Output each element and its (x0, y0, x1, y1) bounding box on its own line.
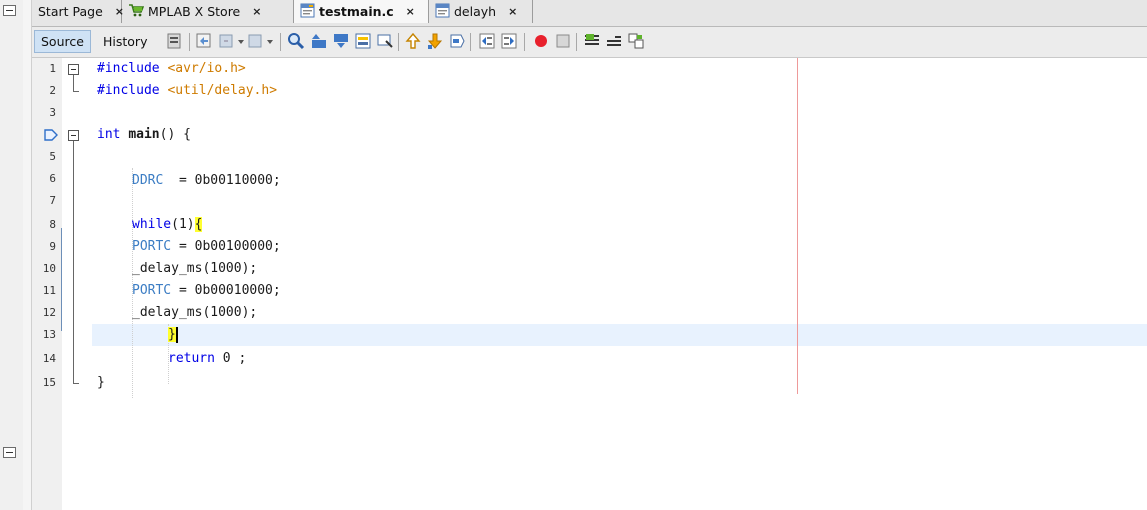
code-line-15: } (97, 375, 105, 390)
forward-history-icon[interactable] (247, 32, 265, 50)
line-number-gutter: 1 2 3 5 6 7 8 9 10 11 12 13 14 15 (32, 58, 65, 510)
close-icon[interactable]: × (508, 5, 517, 18)
find-icon[interactable] (287, 32, 305, 50)
code-token: DDRC (132, 173, 164, 188)
editor-tab-bar: Start Page × MPLAB X Store × testmain.c … (32, 0, 1147, 27)
line-number: 1 (49, 62, 56, 75)
code-line-8: while(1){ (132, 214, 203, 236)
comment-icon[interactable] (583, 32, 601, 50)
code-token: PORTC (132, 239, 172, 254)
tab-label: Start Page (38, 4, 103, 19)
tab-label: MPLAB X Store (148, 4, 241, 19)
code-token: PORTC (132, 283, 172, 298)
last-edit-icon[interactable] (165, 32, 183, 50)
find-next-icon[interactable] (332, 32, 350, 50)
back-history-icon[interactable] (218, 32, 236, 50)
code-token: return (168, 351, 215, 366)
code-token: <util/delay.h> (167, 83, 278, 98)
history-view-button[interactable]: History (97, 30, 153, 53)
left-panel-strip (0, 0, 24, 510)
code-line-4: int main() { (97, 124, 191, 146)
fold-collapse-icon[interactable] (68, 64, 79, 75)
line-number: 11 (42, 284, 56, 297)
tab-delayh[interactable]: delayh × (429, 0, 533, 23)
line-number: 3 (49, 106, 56, 119)
code-line-12: _delay_ms(1000); (132, 305, 258, 320)
code-token: main (128, 127, 160, 142)
close-icon[interactable]: × (406, 5, 415, 18)
h-file-icon (435, 3, 450, 21)
line-number: 12 (42, 306, 56, 319)
code-line-9: PORTC = 0b00100000; (132, 236, 281, 258)
line-number: 14 (42, 352, 56, 365)
code-token: = 0b00100000; (171, 239, 281, 254)
line-number: 10 (42, 262, 56, 275)
code-line-1: #include <avr/io.h> (97, 58, 246, 80)
line-number: 2 (49, 84, 56, 97)
uncomment-icon[interactable] (605, 32, 623, 50)
toggle-highlight-icon[interactable] (354, 32, 372, 50)
code-editor[interactable]: #include <avr/io.h> #include <util/delay… (92, 58, 1147, 510)
breakpoint-marker-icon[interactable] (44, 129, 58, 141)
code-line-13: } (168, 324, 178, 346)
code-token: int (97, 127, 121, 142)
line-number: 6 (49, 172, 56, 185)
next-bookmark-icon[interactable] (426, 32, 444, 50)
right-margin-line (797, 58, 798, 394)
source-view-button[interactable]: Source (34, 30, 91, 53)
line-number: 15 (42, 376, 56, 389)
code-line-11: PORTC = 0b00010000; (132, 280, 281, 302)
dropdown-arrow-icon[interactable] (265, 32, 275, 50)
toggle-selection-icon[interactable] (376, 32, 394, 50)
editor-toolbar: Source History (32, 27, 1147, 58)
tab-testmain-c[interactable]: testmain.c × (294, 0, 429, 23)
go-back-icon[interactable] (195, 32, 213, 50)
fold-collapse-icon[interactable] (68, 130, 79, 141)
shift-right-icon[interactable] (500, 32, 518, 50)
line-number: 9 (49, 240, 56, 253)
code-token: while (132, 217, 172, 232)
code-token: 0 ; (214, 351, 247, 366)
minimize-icon[interactable] (3, 5, 16, 16)
current-line-highlight (92, 324, 1147, 346)
find-previous-icon[interactable] (310, 32, 328, 50)
cart-icon (128, 3, 145, 20)
code-token: = 0b00110000; (163, 173, 281, 188)
code-line-6: DDRC = 0b00110000; (132, 170, 281, 192)
code-line-10: _delay_ms(1000); (132, 261, 258, 276)
line-number: 5 (49, 150, 56, 163)
splitter[interactable] (23, 0, 32, 510)
code-line-2: #include <util/delay.h> (97, 80, 277, 102)
previous-bookmark-icon[interactable] (404, 32, 422, 50)
code-line-14: return 0 ; (168, 348, 246, 370)
minimize-icon[interactable] (3, 447, 16, 458)
code-token: () { (159, 127, 191, 142)
tab-label: delayh (454, 4, 497, 19)
code-token: <avr/io.h> (167, 61, 246, 76)
text-caret (175, 326, 178, 343)
tab-start-page[interactable]: Start Page × (32, 0, 124, 23)
shift-left-icon[interactable] (478, 32, 496, 50)
line-number: 8 (49, 218, 56, 231)
c-file-icon (300, 3, 315, 21)
matching-bracket: { (194, 217, 203, 232)
matching-bracket: } (168, 327, 176, 342)
code-fold-column (62, 58, 92, 510)
line-number: 13 (42, 328, 56, 341)
record-macro-icon[interactable] (532, 32, 550, 50)
code-token: (1) (171, 217, 195, 232)
dropdown-arrow-icon[interactable] (236, 32, 246, 50)
line-number: 7 (49, 194, 56, 207)
close-icon[interactable]: × (252, 5, 261, 18)
editor-options-icon[interactable] (627, 32, 645, 50)
code-token: = 0b00010000; (171, 283, 281, 298)
code-token: #include (97, 83, 160, 98)
stop-macro-icon[interactable] (554, 32, 572, 50)
toggle-bookmark-icon[interactable] (448, 32, 466, 50)
tab-label: testmain.c (319, 4, 394, 19)
code-token: #include (97, 61, 160, 76)
tab-mplab-store[interactable]: MPLAB X Store × (122, 0, 294, 23)
